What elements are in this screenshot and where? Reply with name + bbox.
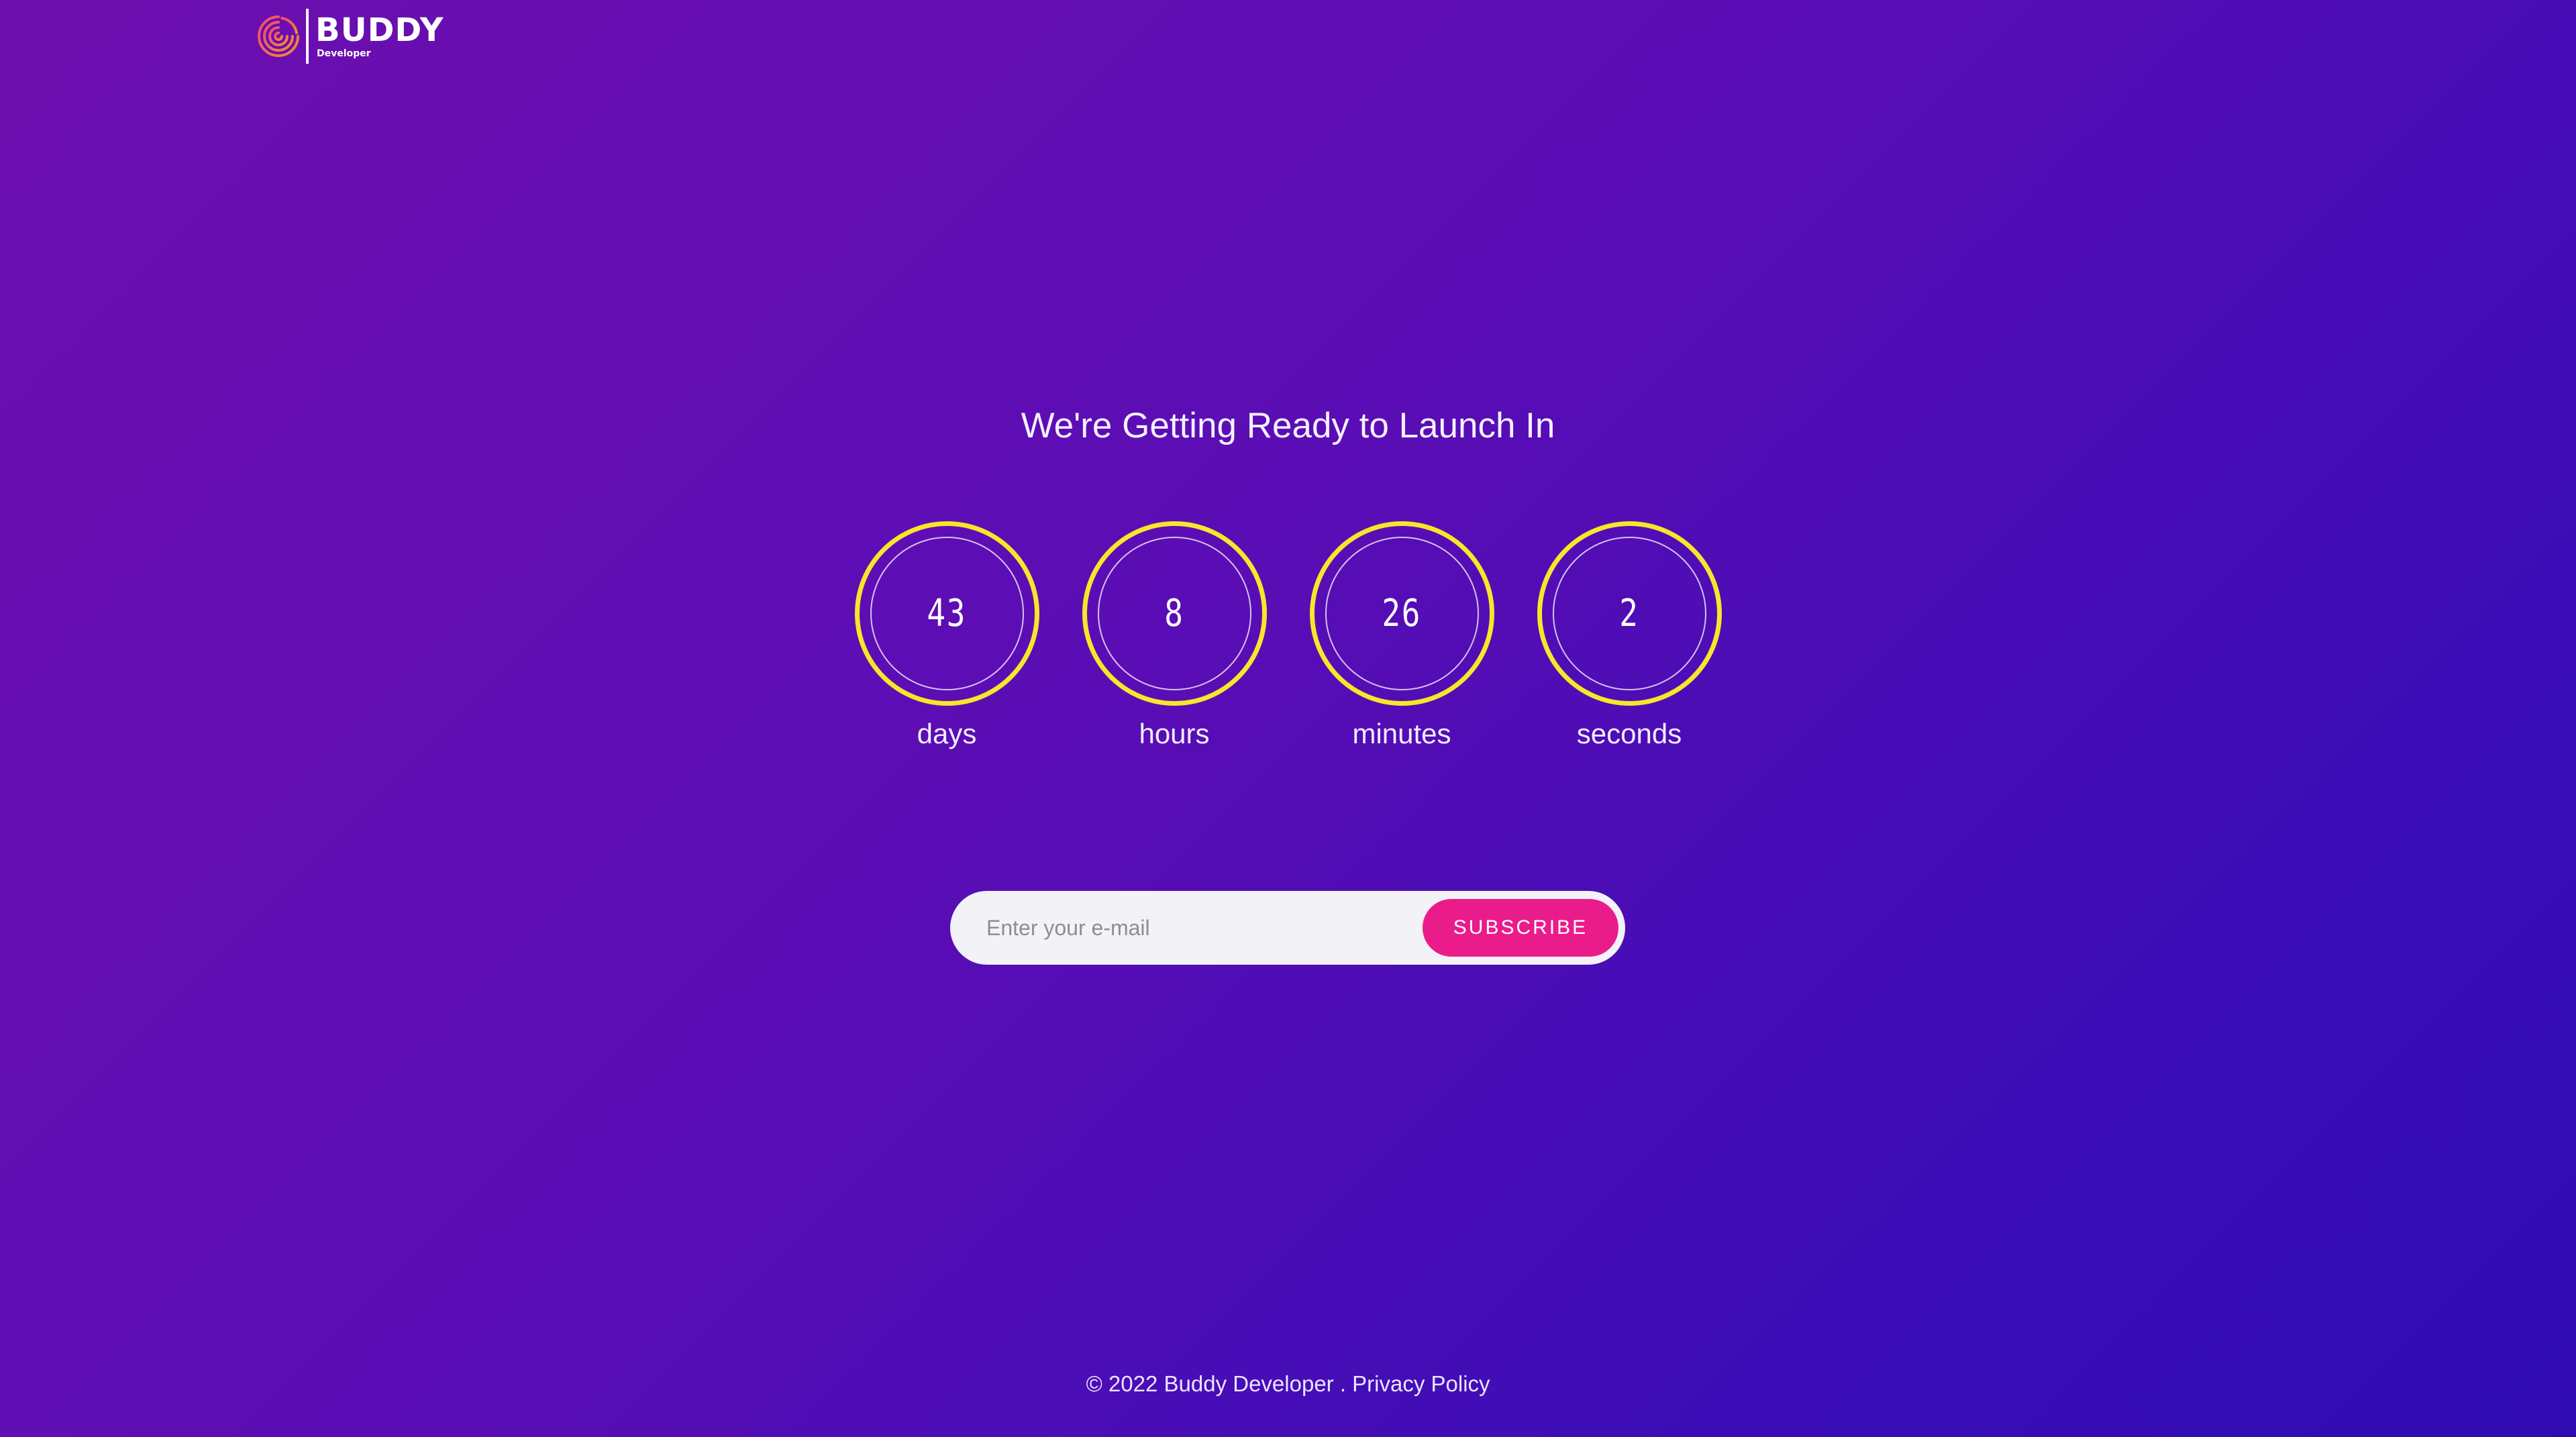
countdown-inner-ring: 26 [1325,537,1479,690]
logo-divider [306,9,309,64]
brand-tagline: Developer [317,48,371,59]
days-value: 43 [927,592,967,635]
countdown-days: 43 days [854,521,1039,750]
hours-label: hours [1139,718,1210,749]
countdown-ring: 2 [1537,521,1722,706]
countdown-hours: 8 hours [1082,521,1267,750]
footer-copyright: © 2022 Buddy Developer . [1086,1371,1346,1396]
logo-text: BUDDY Developer [315,14,444,58]
hours-value: 8 [1164,592,1184,635]
brand-logo[interactable]: BUDDY Developer [255,8,444,64]
countdown-seconds: 2 seconds [1537,521,1722,750]
email-input[interactable] [950,891,1423,965]
seconds-value: 2 [1619,592,1639,635]
seconds-label: seconds [1576,718,1682,749]
days-label: days [917,718,977,749]
countdown-inner-ring: 43 [870,537,1024,690]
subscribe-form: SUBSCRIBE [950,891,1625,965]
countdown-timer: 43 days 8 hours 26 minutes 2 seconds [0,521,2576,750]
privacy-policy-link[interactable]: Privacy Policy [1352,1371,1490,1396]
brand-name: BUDDY [315,11,444,49]
footer: © 2022 Buddy Developer . Privacy Policy [0,1371,2576,1397]
minutes-label: minutes [1352,718,1451,749]
minutes-value: 26 [1382,592,1422,635]
countdown-ring: 26 [1309,521,1494,706]
countdown-minutes: 26 minutes [1309,521,1494,750]
countdown-inner-ring: 2 [1552,537,1706,690]
countdown-inner-ring: 8 [1097,537,1251,690]
countdown-ring: 8 [1082,521,1267,706]
launch-headline: We're Getting Ready to Launch In [1021,406,1555,445]
subscribe-button[interactable]: SUBSCRIBE [1423,899,1618,957]
countdown-ring: 43 [854,521,1039,706]
concentric-swirl-icon [258,15,299,57]
